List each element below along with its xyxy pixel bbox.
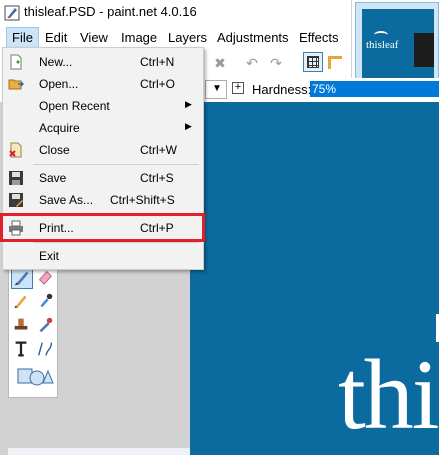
menu-item-save-as[interactable]: Save As... Ctrl+Shift+S <box>4 189 202 211</box>
menu-edit[interactable]: Edit <box>40 27 72 48</box>
shapes-tool-icon[interactable] <box>15 365 55 387</box>
menu-effects[interactable]: Effects <box>294 27 344 48</box>
image-thumbnail[interactable]: thisleaf <box>355 2 439 86</box>
canvas-logo-text: thi <box>338 339 439 450</box>
menu-item-open-recent[interactable]: Open Recent ▶ <box>4 95 202 117</box>
menu-item-label: Save <box>39 171 67 185</box>
rulers-icon[interactable] <box>326 53 344 71</box>
blend-mode-dropdown[interactable]: ▼ <box>205 80 227 99</box>
pixel-grid-toggle-icon[interactable] <box>303 52 323 72</box>
color-picker-tool-icon[interactable] <box>35 291 57 313</box>
line-curve-tool-icon[interactable] <box>35 339 57 361</box>
eraser-tool-icon[interactable] <box>35 267 57 289</box>
menu-item-open[interactable]: Open... Ctrl+O <box>4 73 202 95</box>
menu-item-label: Open... <box>39 77 79 91</box>
menu-adjustments[interactable]: Adjustments <box>212 27 294 48</box>
chevron-down-icon: ▼ <box>212 83 222 94</box>
hardness-label: Hardness: <box>252 82 312 97</box>
menu-separator <box>33 242 199 243</box>
menu-item-label: Open Recent <box>39 99 110 113</box>
submenu-arrow-icon: ▶ <box>185 99 192 109</box>
image-thumbnail-strip: thisleaf <box>351 0 439 88</box>
menu-item-label: New... <box>39 55 73 69</box>
menu-item-label: Close <box>39 143 70 157</box>
print-highlight-box <box>0 213 205 242</box>
menu-bar: File Edit View Image Layers Adjustments … <box>0 26 350 48</box>
menu-view[interactable]: View <box>75 27 113 48</box>
window-title: thisleaf.PSD - paint.net 4.0.16 <box>24 4 197 19</box>
menu-item-close[interactable]: Close Ctrl+W <box>4 139 202 161</box>
save-as-icon <box>9 193 23 207</box>
menu-item-label: Save As... <box>39 193 94 207</box>
menu-file[interactable]: File <box>6 27 39 48</box>
submenu-arrow-icon: ▶ <box>185 121 192 131</box>
pencil-tool-icon[interactable] <box>11 291 33 313</box>
open-folder-icon <box>8 79 24 90</box>
menu-item-label: Acquire <box>39 121 80 135</box>
undo-icon[interactable]: ↶ <box>244 55 260 71</box>
thumbnail-preview: thisleaf <box>362 9 434 81</box>
menu-item-shortcut: Ctrl+S <box>140 171 174 185</box>
hardness-value: 75% <box>312 82 337 96</box>
menu-item-acquire[interactable]: Acquire ▶ <box>4 117 202 139</box>
hardness-slider[interactable]: 75% <box>310 81 439 97</box>
menu-item-save[interactable]: Save Ctrl+S <box>4 167 202 189</box>
thumbnail-logo-text: thisleaf <box>366 39 399 51</box>
recolor-tool-icon[interactable] <box>35 315 57 337</box>
menu-layers[interactable]: Layers <box>163 27 212 48</box>
menu-item-exit[interactable]: Exit <box>4 245 202 267</box>
history-panel-edge <box>8 447 190 455</box>
image-canvas[interactable]: thi <box>190 102 439 455</box>
save-icon <box>9 171 23 185</box>
menu-item-shortcut: Ctrl+N <box>140 55 175 69</box>
redo-icon[interactable]: ↷ <box>268 55 284 71</box>
menu-item-shortcut: Ctrl+Shift+S <box>110 193 175 207</box>
paintnet-app-icon <box>4 5 20 21</box>
antialias-plus-icon[interactable]: + <box>232 82 244 94</box>
close-file-icon <box>9 142 22 158</box>
menu-item-label: Exit <box>39 249 60 263</box>
menu-separator <box>33 164 199 165</box>
paintbrush-tool-icon[interactable] <box>11 267 33 289</box>
thumbnail-dark-panel <box>414 33 434 67</box>
crop-to-selection-icon[interactable]: ✖ <box>212 55 228 71</box>
clone-stamp-tool-icon[interactable] <box>11 315 33 337</box>
text-tool-icon[interactable] <box>11 339 33 361</box>
menu-item-shortcut: Ctrl+W <box>140 143 177 157</box>
menu-item-new[interactable]: New... Ctrl+N <box>4 51 202 73</box>
menu-image[interactable]: Image <box>116 27 162 48</box>
leaf-logo-icon <box>374 31 388 39</box>
new-file-icon <box>10 54 22 70</box>
menu-item-shortcut: Ctrl+O <box>140 77 176 91</box>
